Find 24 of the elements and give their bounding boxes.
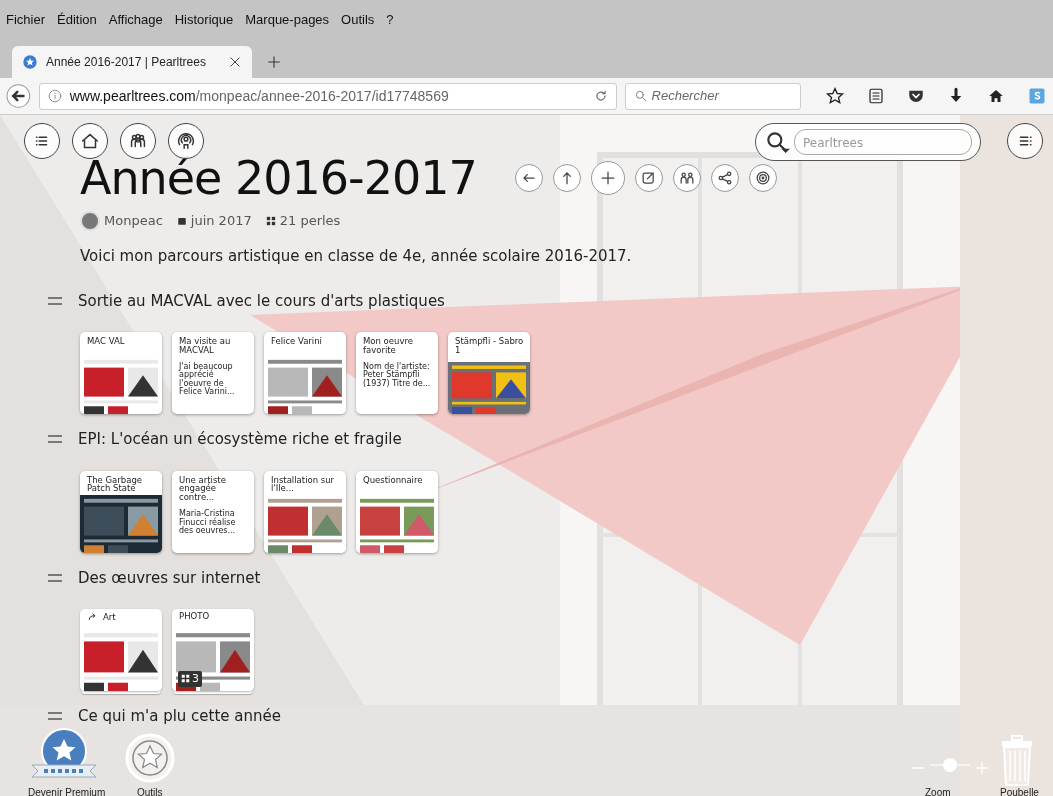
reading-list-icon[interactable] xyxy=(867,87,885,105)
tab-title: Année 2016-2017 | Pearltrees xyxy=(46,54,207,71)
url-text: www.pearltrees.com/monpeac/annee-2016-2017/id17748569 xyxy=(69,86,450,106)
menu-item[interactable]: ? xyxy=(386,10,394,30)
reload-icon[interactable] xyxy=(593,89,608,103)
menu-item[interactable]: Marque-pages xyxy=(245,10,330,30)
bookmark-star-icon[interactable] xyxy=(825,86,845,106)
browser-tab[interactable]: Année 2016-2017 | Pearltrees xyxy=(12,46,252,78)
search-placeholder: Rechercher xyxy=(651,87,719,106)
back-button[interactable] xyxy=(6,83,31,109)
address-bar[interactable]: www.pearltrees.com/monpeac/annee-2016-2017/id17748569 xyxy=(38,82,617,110)
search-icon xyxy=(633,89,648,103)
info-icon[interactable] xyxy=(47,89,62,103)
menu-item[interactable]: Outils xyxy=(341,10,375,30)
extension-icon[interactable] xyxy=(1027,86,1047,106)
search-field[interactable]: Rechercher xyxy=(624,82,801,110)
home-icon[interactable] xyxy=(987,87,1005,105)
menu-item[interactable]: Édition xyxy=(57,10,97,30)
close-icon[interactable] xyxy=(228,55,242,69)
menu-item[interactable]: Fichier xyxy=(6,10,45,30)
menu-item[interactable]: Historique xyxy=(174,10,234,30)
new-tab-icon[interactable] xyxy=(266,54,282,70)
menu-item[interactable]: Affichage xyxy=(108,10,163,30)
favicon-icon xyxy=(22,54,38,70)
